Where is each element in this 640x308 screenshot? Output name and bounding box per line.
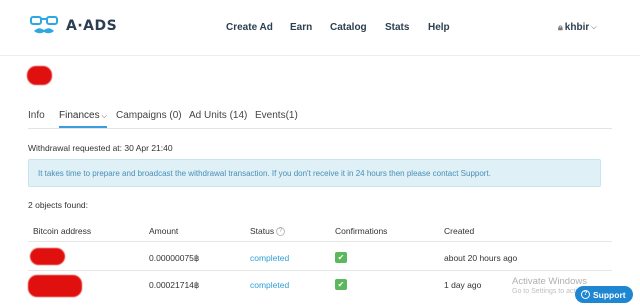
- row-amount: 0.00000075฿: [149, 253, 200, 263]
- brand-name: A·ADS: [66, 18, 118, 34]
- column-header-bitcoin-address[interactable]: Bitcoin address: [33, 226, 91, 236]
- objects-count: 2 objects found:: [28, 200, 89, 210]
- row-created: 1 day ago: [444, 280, 482, 290]
- user-menu[interactable]: 🔒︎ khbir ⌵: [558, 22, 597, 33]
- aads-mascot-icon: [30, 16, 58, 34]
- nav-catalog[interactable]: Catalog: [330, 22, 367, 33]
- nav-stats[interactable]: Stats: [385, 22, 409, 33]
- lock-icon: 🔒︎: [558, 22, 563, 32]
- help-icon[interactable]: ?: [276, 227, 286, 237]
- info-alert: It takes time to prepare and broadcast t…: [28, 159, 601, 187]
- tabs-divider: [28, 128, 612, 129]
- tab-finances-label: Finances: [59, 110, 100, 121]
- redacted-account-name: [27, 66, 52, 85]
- nav-create-ad[interactable]: Create Ad: [226, 22, 273, 33]
- row-status: completed: [250, 253, 290, 263]
- alert-text: It takes time to prepare and broadcast t…: [38, 169, 491, 178]
- column-header-confirmations[interactable]: Confirmations: [335, 226, 387, 236]
- status-header-label: Status: [250, 226, 275, 236]
- tab-campaigns[interactable]: Campaigns (0): [116, 110, 182, 121]
- tab-finances[interactable]: Finances ⌵: [59, 110, 107, 128]
- top-navbar: A·ADS Create Ad Earn Catalog Stats Help …: [0, 0, 640, 56]
- username: khbir: [564, 22, 590, 33]
- question-icon: ?: [581, 290, 590, 299]
- table-header-divider: [28, 241, 612, 242]
- nav-help[interactable]: Help: [428, 22, 450, 33]
- tab-ad-units[interactable]: Ad Units (14): [189, 110, 247, 121]
- support-label: Support: [593, 289, 626, 300]
- account-tabs: Info Finances ⌵ Campaigns (0) Ad Units (1…: [28, 110, 613, 128]
- tab-events[interactable]: Events(1): [255, 110, 298, 121]
- nav-earn[interactable]: Earn: [290, 22, 312, 33]
- column-header-amount[interactable]: Amount: [149, 226, 178, 236]
- chevron-down-icon: ⌵: [101, 113, 107, 120]
- redacted-bitcoin-address: [28, 275, 82, 297]
- confirmation-check-icon: ✔: [335, 279, 347, 290]
- tab-info[interactable]: Info: [28, 110, 45, 121]
- chevron-down-icon: ⌵: [591, 23, 597, 31]
- withdrawal-notice: Withdrawal requested at: 30 Apr 21:40: [28, 143, 173, 153]
- support-button[interactable]: ? Support: [575, 286, 633, 303]
- confirmation-check-icon: ✔: [335, 252, 347, 263]
- row-status: completed: [250, 280, 290, 290]
- row-amount: 0.00021714฿: [149, 280, 200, 290]
- activate-windows-title: Activate Windows: [512, 276, 587, 287]
- column-header-created[interactable]: Created: [444, 226, 474, 236]
- row-divider: [28, 270, 612, 271]
- column-header-status[interactable]: Status?: [250, 226, 286, 237]
- row-created: about 20 hours ago: [444, 253, 518, 263]
- redacted-bitcoin-address: [30, 248, 65, 265]
- brand-logo[interactable]: A·ADS: [30, 15, 117, 37]
